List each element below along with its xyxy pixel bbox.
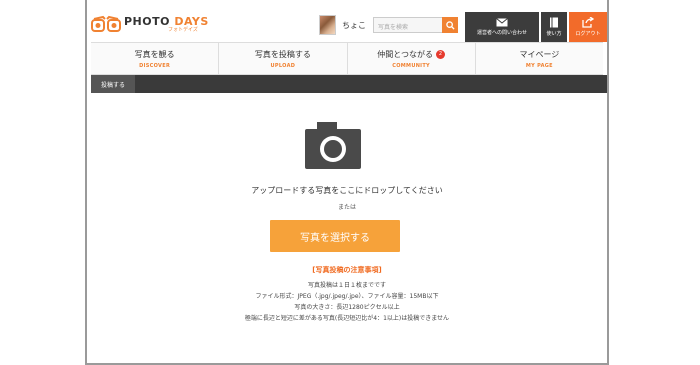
glasses-logo-icon: [91, 15, 121, 32]
or-label: または: [337, 204, 356, 211]
contact-button[interactable]: 運営者への問い合わせ: [465, 12, 539, 42]
nav-item-label: マイページ: [519, 50, 560, 59]
camera-icon[interactable]: [305, 122, 361, 169]
howto-label: 使い方: [546, 31, 562, 37]
nav-item-community[interactable]: 仲間とつながる 2 COMMUNITY: [346, 43, 475, 74]
nav-item-sublabel: COMMUNITY: [392, 63, 430, 69]
logo-text-days: DAYS: [174, 14, 209, 28]
select-photo-button[interactable]: 写真を選択する: [270, 220, 400, 252]
drop-instruction: アップロードする写真をここにドロップしてください: [251, 186, 443, 195]
nav-item-label: 仲間とつながる: [377, 50, 433, 59]
nav-item-sublabel: MY PAGE: [525, 63, 553, 69]
nav-item-sublabel: UPLOAD: [270, 63, 296, 69]
app-frame: PHOTO DAYS フォトデイズ ちょこ 写真を検索 運営者への問い合わせ 使…: [85, 0, 609, 365]
nav-item-discover[interactable]: 写真を観る DISCOVER: [91, 43, 218, 74]
notice-title: [写真投稿の注意事項]: [312, 266, 382, 274]
contact-label: 運営者への問い合わせ: [476, 30, 527, 36]
logo[interactable]: PHOTO DAYS フォトデイズ: [91, 14, 209, 34]
logout-label: ログアウト: [575, 31, 601, 37]
mail-icon: [496, 18, 508, 27]
notice-line: 写真投稿は１日１枚までです: [307, 282, 386, 289]
search-icon: [445, 20, 455, 30]
logo-subtitle: フォトデイズ: [168, 26, 198, 33]
username[interactable]: ちょこ: [342, 20, 366, 31]
notification-badge: 2: [435, 50, 445, 59]
logout-button[interactable]: ログアウト: [569, 12, 607, 42]
nav-item-upload[interactable]: 写真を投稿する UPLOAD: [218, 43, 346, 74]
header: PHOTO DAYS フォトデイズ ちょこ 写真を検索 運営者への問い合わせ 使…: [87, 0, 607, 42]
notice-line: 写真の大きさ：長辺1280ピクセル以上: [294, 304, 400, 311]
main-nav: 写真を観る DISCOVER 写真を投稿する UPLOAD 仲間とつながる 2 …: [91, 42, 603, 75]
tab-post[interactable]: 投稿する: [91, 75, 135, 93]
search-input[interactable]: 写真を検索: [373, 17, 443, 33]
nav-item-sublabel: DISCOVER: [139, 63, 171, 69]
notice-line: ファイル形式：JPEG（.jpg/.jpeg/.jpe）、ファイル容量：15MB…: [255, 293, 439, 300]
avatar[interactable]: [319, 15, 336, 35]
book-icon: [550, 17, 558, 28]
notice-line: 極端に長辺と短辺に差がある写真(長辺短辺比が4：1以上)は投稿できません: [244, 315, 450, 322]
search-button[interactable]: [442, 17, 458, 33]
nav-item-mypage[interactable]: マイページ MY PAGE: [474, 43, 603, 74]
nav-item-label: 写真を観る: [134, 50, 175, 59]
sub-nav-bar: 投稿する: [91, 75, 607, 93]
howto-button[interactable]: 使い方: [541, 12, 567, 42]
logout-icon: [582, 17, 594, 28]
logo-text-photo: PHOTO: [124, 14, 170, 28]
nav-item-label: 写真を投稿する: [254, 50, 311, 59]
